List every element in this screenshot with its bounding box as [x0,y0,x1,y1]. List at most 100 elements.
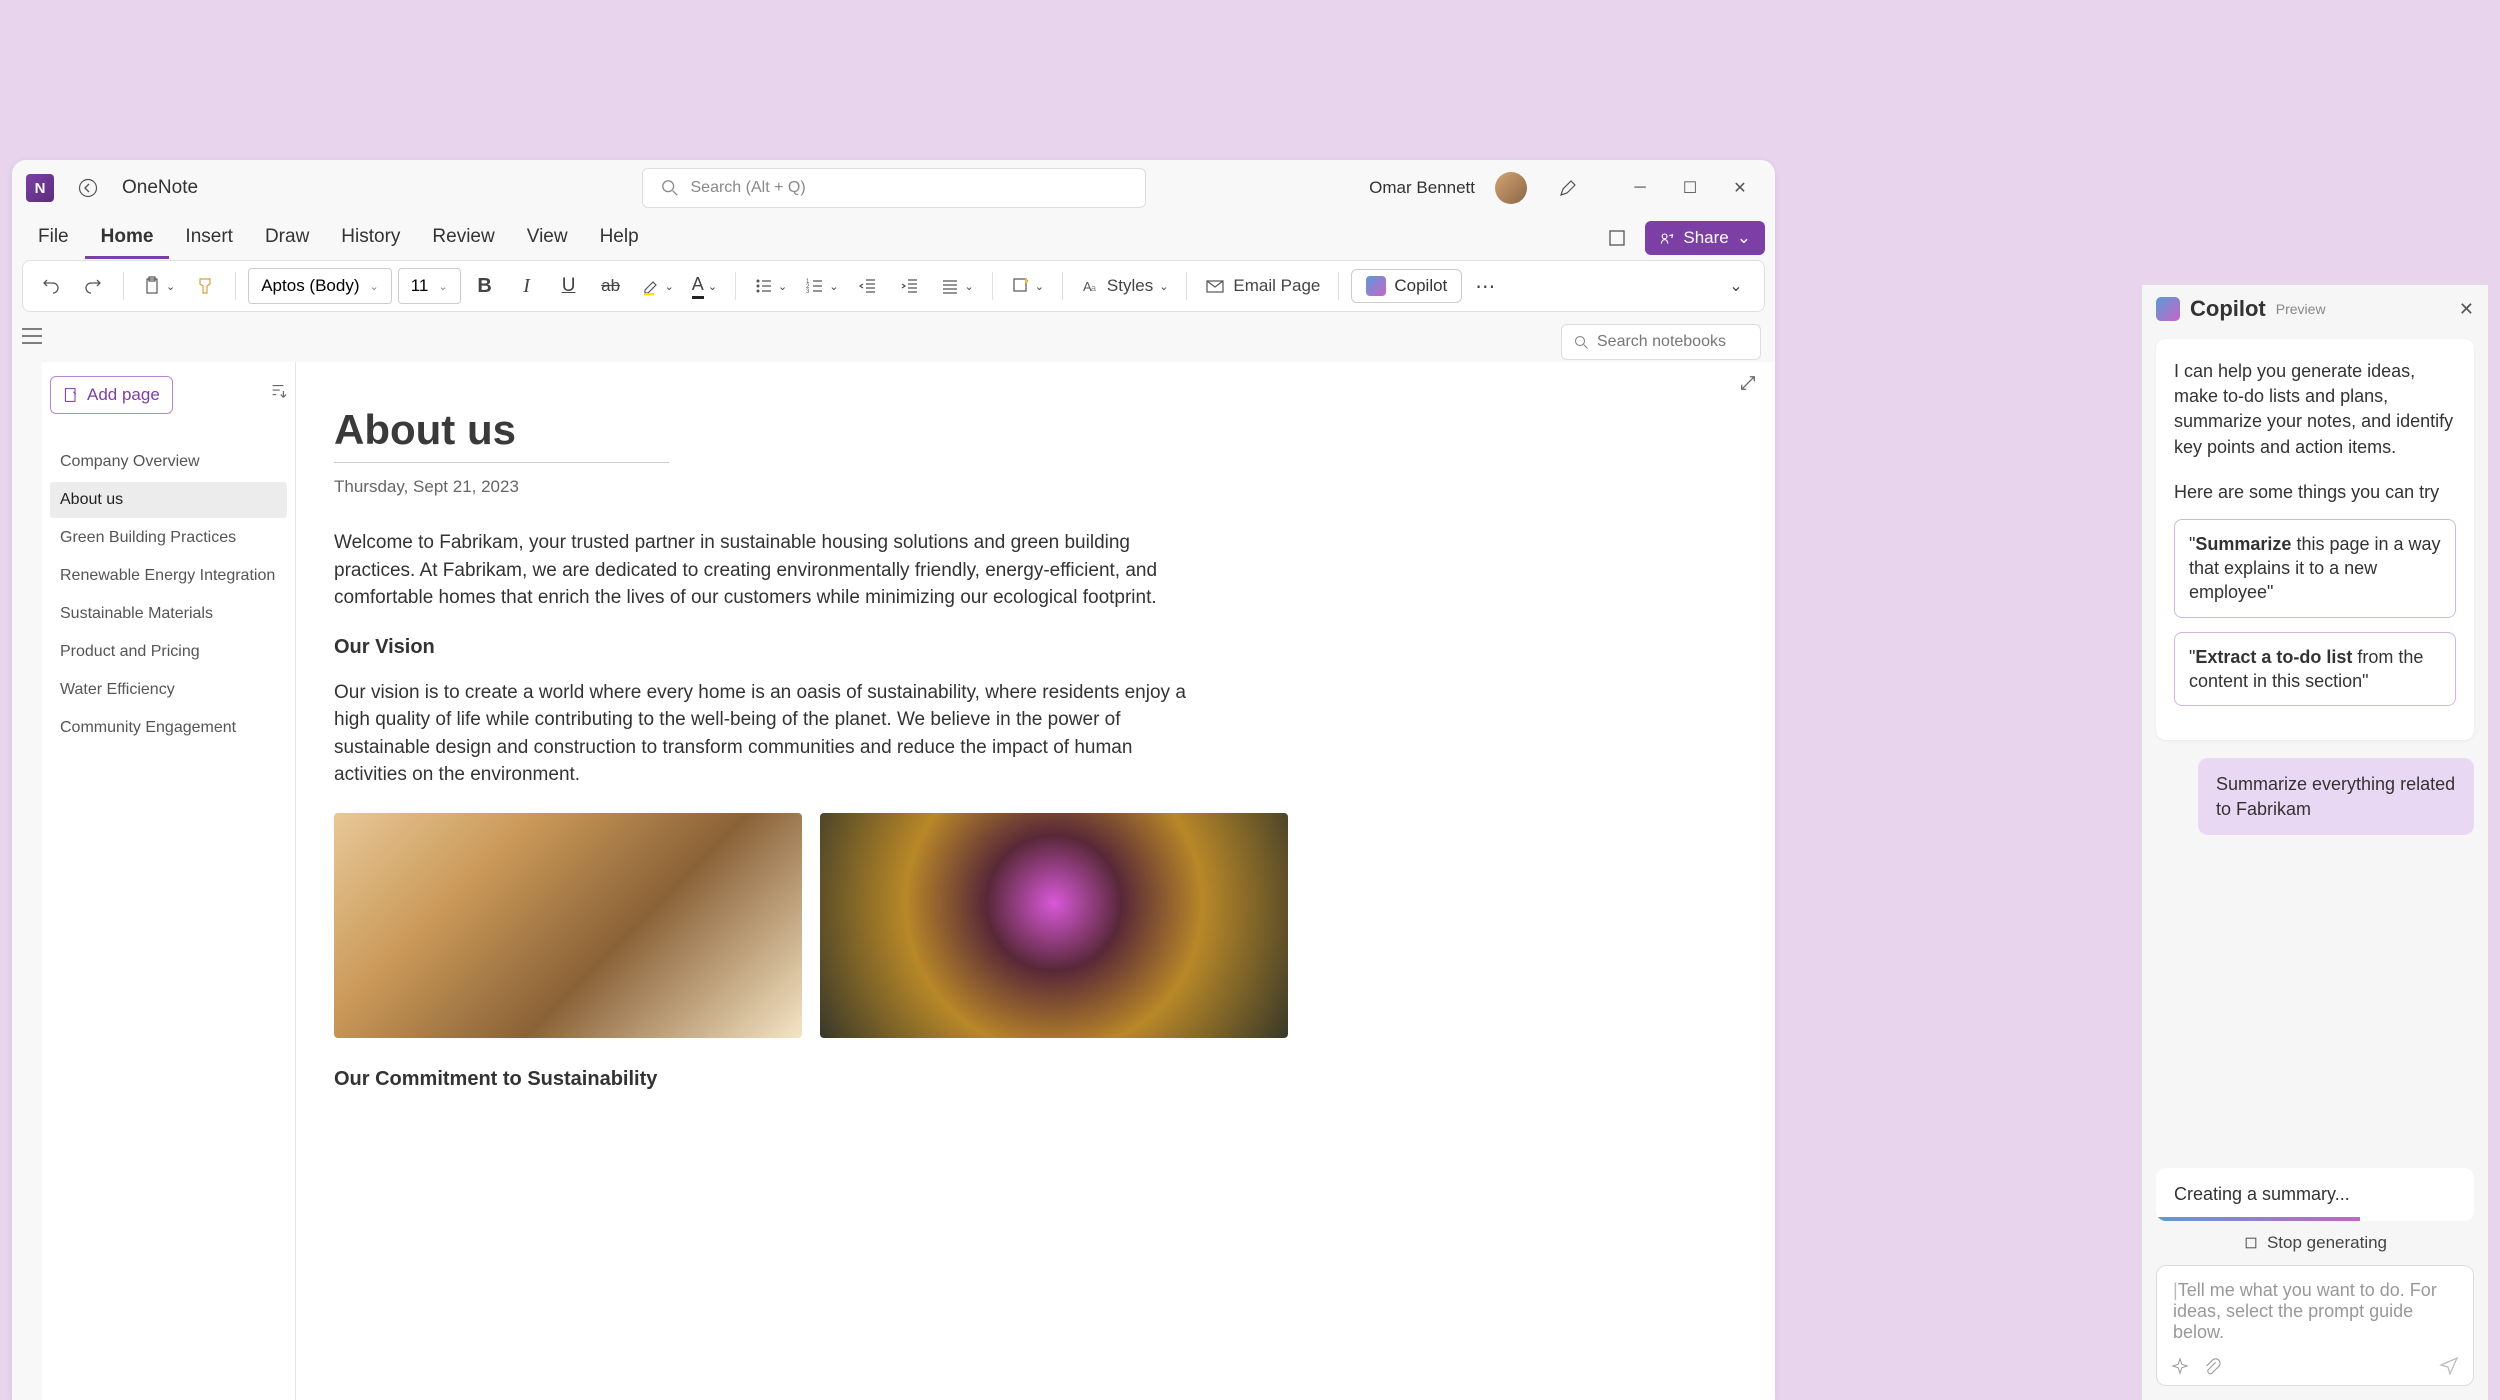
chevron-down-icon: ⌄ [1729,276,1742,296]
copilot-sub-text: Here are some things you can try [2174,482,2456,503]
copilot-header: Copilot Preview ✕ [2156,285,2474,333]
more-button[interactable]: ⋯ [1468,268,1504,304]
copilot-intro-card: I can help you generate ideas, make to-d… [2156,339,2474,740]
chevron-down-icon: ⌄ [166,280,175,293]
indent-button[interactable] [892,268,928,304]
paste-button[interactable]: ⌄ [136,268,181,304]
copilot-intro-text: I can help you generate ideas, make to-d… [2174,359,2456,460]
numbering-button[interactable]: 123⌄ [799,268,844,304]
copilot-status-card: Creating a summary... [2156,1168,2474,1221]
chevron-down-icon: ⌄ [708,280,717,293]
sparkle-icon[interactable] [2171,1357,2189,1375]
chevron-down-icon: ⌄ [829,280,838,293]
share-button[interactable]: Share ⌄ [1645,221,1765,255]
note-paragraph[interactable]: Welcome to Fabrikam, your trusted partne… [334,529,1194,612]
copilot-suggestion[interactable]: "Summarize this page in a way that expla… [2174,519,2456,618]
minimize-button[interactable]: ─ [1619,170,1661,206]
menu-help[interactable]: Help [584,218,655,259]
format-painter-button[interactable] [187,268,223,304]
page-item[interactable]: Company Overview [50,444,287,480]
ribbon-collapse-button[interactable]: ⌄ [1718,268,1754,304]
close-button[interactable]: ✕ [1719,170,1761,206]
user-avatar[interactable] [1495,172,1527,204]
expand-icon[interactable] [1739,374,1757,392]
page-item[interactable]: Green Building Practices [50,520,287,556]
ribbon: ⌄ Aptos (Body)⌄ 11⌄ B I U ab ⌄ A⌄ ⌄ 123⌄… [22,260,1765,312]
copilot-icon [2156,297,2180,321]
menu-file[interactable]: File [22,218,85,259]
page-item[interactable]: Product and Pricing [50,634,287,670]
copilot-preview-badge: Preview [2276,301,2326,317]
page-list: Company Overview About us Green Building… [50,444,287,746]
menu-draw[interactable]: Draw [249,218,325,259]
outdent-button[interactable] [850,268,886,304]
global-search[interactable]: Search (Alt + Q) [642,168,1146,208]
hamburger-icon[interactable] [22,328,42,344]
tag-button[interactable]: ⌄ [1005,268,1050,304]
page-item[interactable]: Community Engagement [50,710,287,746]
pen-icon[interactable] [1547,170,1589,206]
highlight-button[interactable]: ⌄ [635,268,680,304]
strikethrough-button[interactable]: ab [593,268,629,304]
chevron-down-icon: ⌄ [665,280,674,293]
copilot-suggestion[interactable]: "Extract a to-do list from the content i… [2174,632,2456,707]
share-label: Share [1683,228,1728,248]
chevron-down-icon: ⌄ [778,280,787,293]
chevron-down-icon: ⌄ [438,280,447,293]
menu-view[interactable]: View [511,218,584,259]
styles-button[interactable]: AaStyles⌄ [1075,268,1175,304]
bullets-button[interactable]: ⌄ [748,268,793,304]
image-row [334,813,1737,1038]
title-bar: N OneNote Search (Alt + Q) Omar Bennett … [12,160,1775,216]
note-image[interactable] [820,813,1288,1038]
menu-review[interactable]: Review [416,218,510,259]
copilot-input[interactable]: |Tell me what you want to do. For ideas,… [2156,1265,2474,1386]
copilot-icon [1366,276,1386,296]
search-notebooks[interactable]: Search notebooks [1561,324,1761,360]
chevron-down-icon: ⌄ [1737,228,1751,248]
menu-home[interactable]: Home [85,218,170,259]
note-heading[interactable]: Our Vision [334,636,1737,659]
copilot-ribbon-button[interactable]: Copilot [1351,269,1462,303]
bold-button[interactable]: B [467,268,503,304]
font-select[interactable]: Aptos (Body)⌄ [248,268,391,304]
note-paragraph[interactable]: Our vision is to create a world where ev… [334,679,1194,789]
app-icon: N [26,174,54,202]
add-page-button[interactable]: Add page [50,376,173,414]
search-icon [661,179,679,197]
chevron-down-icon: ⌄ [1035,280,1044,293]
font-color-button[interactable]: A⌄ [686,268,723,304]
sort-button[interactable] [269,382,287,400]
note-title[interactable]: About us [334,406,1737,454]
note-canvas[interactable]: About us Thursday, Sept 21, 2023 Welcome… [296,362,1775,1400]
stop-generating-button[interactable]: Stop generating [2156,1221,2474,1265]
italic-button[interactable]: I [509,268,545,304]
copilot-close-button[interactable]: ✕ [2459,299,2474,320]
search-icon [1574,335,1589,350]
page-item[interactable]: About us [50,482,287,518]
note-heading[interactable]: Our Commitment to Sustainability [334,1068,1737,1091]
menu-history[interactable]: History [325,218,416,259]
title-underline [334,462,669,463]
chevron-down-icon: ⌄ [369,280,378,293]
align-button[interactable]: ⌄ [934,268,979,304]
note-image[interactable] [334,813,802,1038]
app-window: N OneNote Search (Alt + Q) Omar Bennett … [12,160,1775,1400]
page-item[interactable]: Water Efficiency [50,672,287,708]
menu-insert[interactable]: Insert [169,218,249,259]
page-item[interactable]: Renewable Energy Integration [50,558,287,594]
fullscreen-icon[interactable] [1601,222,1633,254]
underline-button[interactable]: U [551,268,587,304]
back-button[interactable] [70,170,106,206]
back-icon [78,178,98,198]
maximize-button[interactable]: ☐ [1669,170,1711,206]
sidebar: Add page Company Overview About us Green… [42,362,296,1400]
email-page-button[interactable]: Email Page [1199,268,1326,304]
undo-button[interactable] [33,268,69,304]
stop-icon [2243,1235,2259,1251]
page-item[interactable]: Sustainable Materials [50,596,287,632]
attach-icon[interactable] [2203,1357,2221,1375]
font-size-select[interactable]: 11⌄ [398,268,461,304]
redo-button[interactable] [75,268,111,304]
send-button[interactable] [2439,1355,2459,1375]
